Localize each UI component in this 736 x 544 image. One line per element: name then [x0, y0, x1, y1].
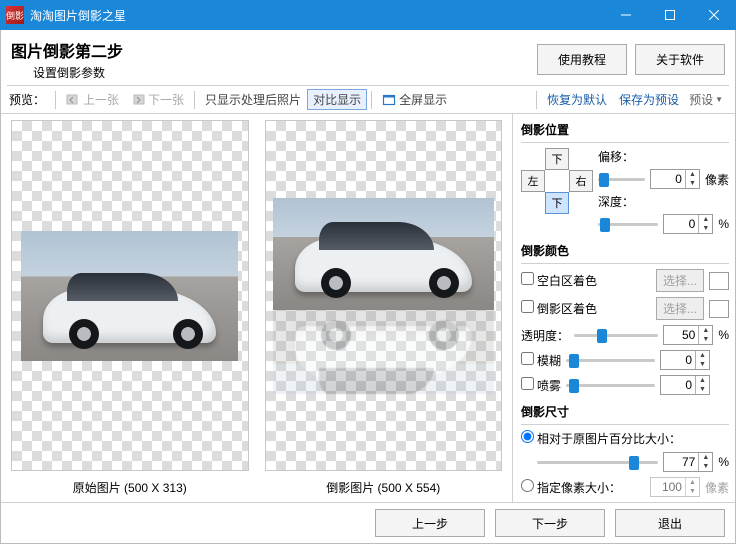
- prev-step-button[interactable]: 上一步: [375, 509, 485, 537]
- settings-panel: 倒影位置 下 左 右 下 偏移： ▲▼ 像素 深度：: [513, 114, 735, 502]
- compare-button[interactable]: 对比显示: [307, 89, 367, 110]
- blur-slider[interactable]: [566, 352, 655, 368]
- next-image-icon: [131, 93, 145, 107]
- toolbar: 预览： 上一张 下一张 只显示处理后照片 对比显示 全屏显示 恢复为默认 保存为…: [1, 86, 735, 114]
- relative-size-radio[interactable]: 相对于原图片百分比大小：: [521, 430, 681, 447]
- chevron-down-icon: ▼: [715, 95, 723, 104]
- opacity-unit: %: [718, 328, 729, 342]
- result-image: [273, 198, 494, 310]
- result-caption: 倒影图片 (500 X 554): [326, 479, 440, 496]
- app-icon: 倒影: [6, 6, 24, 24]
- offset-unit: 像素: [705, 171, 729, 188]
- dir-up-button[interactable]: 下: [545, 148, 569, 170]
- minimize-button[interactable]: [604, 0, 648, 30]
- prev-image-label: 上一张: [83, 91, 119, 108]
- step-subtitle: 设置倒影参数: [33, 64, 529, 81]
- offset-label: 偏移：: [598, 148, 729, 165]
- next-image-button[interactable]: 下一张: [125, 89, 190, 110]
- dir-left-button[interactable]: 左: [521, 170, 545, 192]
- preview-label: 预览：: [9, 91, 45, 108]
- result-canvas: [265, 120, 503, 471]
- close-button[interactable]: [692, 0, 736, 30]
- depth-slider[interactable]: [598, 216, 658, 232]
- reflect-color-swatch[interactable]: [709, 300, 729, 318]
- next-step-button[interactable]: 下一步: [495, 509, 605, 537]
- spray-spinner[interactable]: ▲▼: [660, 375, 710, 395]
- blur-checkbox[interactable]: 模糊: [521, 352, 561, 369]
- titlebar: 倒影 淘淘图片倒影之星: [0, 0, 736, 30]
- fullscreen-icon: [382, 93, 396, 107]
- reflect-color-choose[interactable]: 选择...: [656, 297, 704, 320]
- prev-image-icon: [66, 93, 80, 107]
- direction-picker: 下 左 右 下: [521, 148, 593, 214]
- dir-right-button[interactable]: 右: [569, 170, 593, 192]
- wizard-footer: 上一步 下一步 退出: [1, 502, 735, 543]
- relative-size-slider[interactable]: [537, 454, 658, 470]
- opacity-label: 透明度：: [521, 327, 569, 344]
- blur-spinner[interactable]: ▲▼: [660, 350, 710, 370]
- exit-button[interactable]: 退出: [615, 509, 725, 537]
- reflect-color-checkbox[interactable]: 倒影区着色: [521, 300, 597, 317]
- fullscreen-label: 全屏显示: [399, 91, 447, 108]
- depth-label: 深度：: [598, 193, 729, 210]
- about-button[interactable]: 关于软件: [635, 44, 725, 75]
- blank-color-swatch[interactable]: [709, 272, 729, 290]
- depth-spinner[interactable]: ▲▼: [663, 214, 713, 234]
- spray-checkbox[interactable]: 喷雾: [521, 377, 561, 394]
- save-preset-button[interactable]: 保存为预设: [613, 89, 685, 110]
- blank-color-checkbox[interactable]: 空白区着色: [521, 272, 597, 289]
- preset-dropdown[interactable]: 预设▼: [685, 89, 727, 110]
- original-image: [21, 231, 238, 361]
- window-title: 淘淘图片倒影之星: [30, 7, 604, 24]
- reflection-image: [273, 308, 494, 394]
- offset-spinner[interactable]: ▲▼: [650, 169, 700, 189]
- only-result-button[interactable]: 只显示处理后照片: [199, 89, 307, 110]
- next-image-label: 下一张: [148, 91, 184, 108]
- step-header: 图片倒影第二步 设置倒影参数 使用教程 关于软件: [1, 30, 735, 85]
- opacity-slider[interactable]: [574, 327, 658, 343]
- opacity-spinner[interactable]: ▲▼: [663, 325, 713, 345]
- offset-slider[interactable]: [598, 171, 645, 187]
- step-title: 图片倒影第二步: [11, 38, 529, 62]
- absolute-size-spinner[interactable]: ▲▼: [650, 477, 700, 497]
- color-section-title: 倒影颜色: [521, 239, 729, 264]
- restore-default-button[interactable]: 恢复为默认: [541, 89, 613, 110]
- original-caption: 原始图片 (500 X 313): [73, 479, 187, 496]
- spray-slider[interactable]: [566, 377, 655, 393]
- prev-image-button[interactable]: 上一张: [60, 89, 125, 110]
- relative-size-spinner[interactable]: ▲▼: [663, 452, 713, 472]
- absolute-size-unit: 像素: [705, 479, 729, 496]
- tutorial-button[interactable]: 使用教程: [537, 44, 627, 75]
- size-section-title: 倒影尺寸: [521, 400, 729, 425]
- blank-color-choose[interactable]: 选择...: [656, 269, 704, 292]
- relative-size-unit: %: [718, 455, 729, 469]
- maximize-button[interactable]: [648, 0, 692, 30]
- absolute-size-radio[interactable]: 指定像素大小：: [521, 479, 621, 496]
- depth-unit: %: [718, 217, 729, 231]
- dir-down-button[interactable]: 下: [545, 192, 569, 214]
- fullscreen-button[interactable]: 全屏显示: [376, 89, 453, 110]
- position-section-title: 倒影位置: [521, 118, 729, 143]
- original-canvas: [11, 120, 249, 471]
- preview-area: 原始图片 (500 X 313) 倒影图片 (500 X 554): [1, 114, 513, 502]
